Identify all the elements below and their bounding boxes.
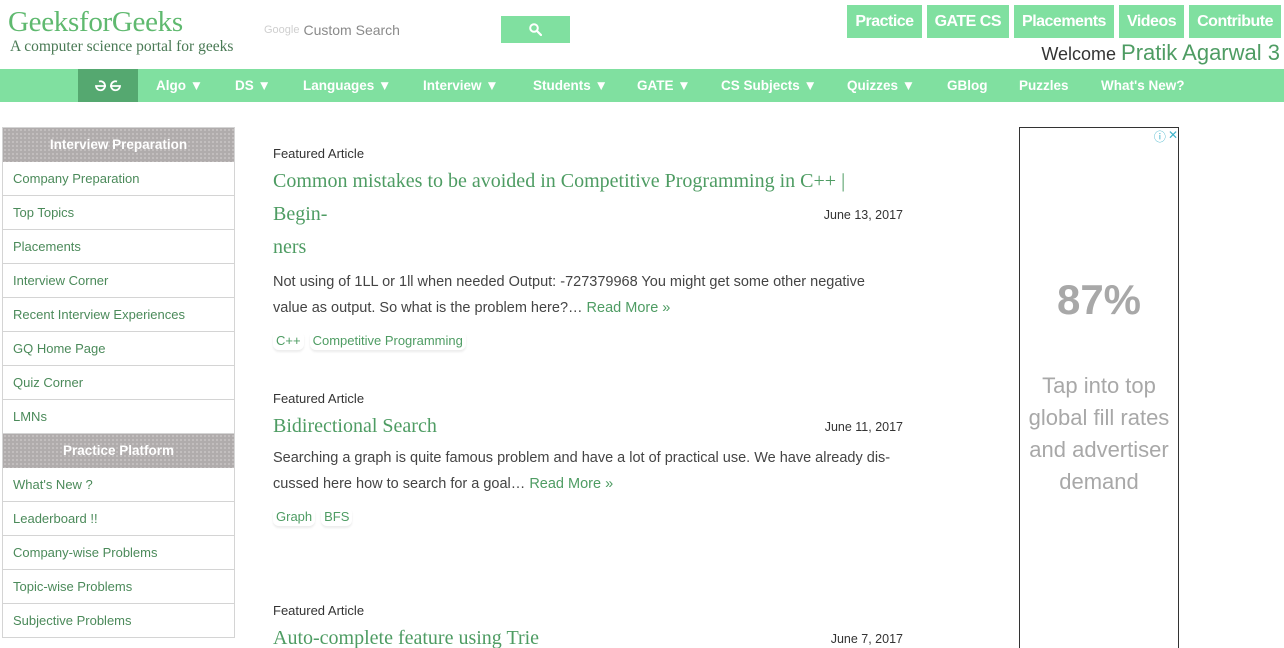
ad-info-icon[interactable]: ⓘ [1154,128,1166,145]
nav-gate[interactable]: GATE ▼ [637,69,691,102]
article-title-link[interactable]: Common mistakes to be avoided in Competi… [273,165,903,264]
sidebar-item-lmns[interactable]: LMNs [3,400,234,434]
sidebar-item-recent-interview-experiences[interactable]: Recent Interview Experiences [3,298,234,332]
article-excerpt: Not using of 1LL or 1ll when needed Outp… [273,269,903,321]
sidebar-item-company-wise-problems[interactable]: Company-wise Problems [3,536,234,570]
search-input[interactable] [303,22,484,38]
gate-cs-button[interactable]: GATE CS [926,5,1010,38]
contribute-button[interactable]: Contribute [1189,5,1281,38]
welcome-message: Welcome Pratik Agarwal 3 [1041,40,1280,66]
sidebar-item-topic-wise-problems[interactable]: Topic-wise Problems [3,570,234,604]
sidebar-item-leaderboard[interactable]: Leaderboard !! [3,502,234,536]
tag-link[interactable]: Competitive Programming [310,331,466,350]
nav-gblog[interactable]: GBlog [947,69,988,102]
sidebar-item-whats-new[interactable]: What's New ? [3,468,234,502]
article-date: June 13, 2017 [823,208,903,222]
ad-controls: ⓘ ✕ [1154,128,1178,145]
nav-ds[interactable]: DS ▼ [235,69,271,102]
practice-button[interactable]: Practice [847,5,922,38]
article-card: Featured Article Common mistakes to be a… [273,146,903,350]
tag-link[interactable]: C++ [273,331,304,350]
nav-cs-subjects[interactable]: CS Subjects ▼ [721,69,817,102]
sidebar-item-interview-corner[interactable]: Interview Corner [3,264,234,298]
article-card: Featured Article Auto-complete feature u… [273,603,903,648]
sidebar-item-company-preparation[interactable]: Company Preparation [3,162,234,196]
article-date: June 7, 2017 [830,632,903,646]
nav-languages[interactable]: Languages ▼ [303,69,391,102]
article-tags: C++ Competitive Programming [273,331,903,350]
advertisement[interactable]: ⓘ ✕ 87% Tap into top global fill rates a… [1019,127,1179,648]
ad-close-icon[interactable]: ✕ [1168,128,1178,145]
main-nav: Algo ▼ DS ▼ Languages ▼ Interview ▼ Stud… [0,69,1284,102]
sidebar: Interview Preparation Company Preparatio… [2,127,235,638]
logo-title[interactable]: GeeksforGeeks [8,4,233,40]
top-buttons: Practice GATE CS Placements Videos Contr… [847,5,1281,38]
sidebar-heading-interview-preparation: Interview Preparation [3,128,234,162]
article-card: Featured Article Bidirectional Search Ju… [273,391,903,526]
tag-link[interactable]: BFS [321,507,352,526]
sidebar-item-subjective-problems[interactable]: Subjective Problems [3,604,234,638]
sidebar-item-top-topics[interactable]: Top Topics [3,196,234,230]
featured-label: Featured Article [273,603,365,618]
article-title-link[interactable]: Auto-complete feature using Trie [273,622,903,648]
article-date: June 11, 2017 [824,420,903,434]
nav-puzzles[interactable]: Puzzles [1019,69,1069,102]
article-tags: Graph BFS [273,507,903,526]
article-excerpt-text: Not using of 1LL or 1ll when needed Outp… [273,274,865,316]
tag-link[interactable]: Graph [273,507,315,526]
sidebar-heading-practice-platform: Practice Platform [3,434,234,468]
read-more-link[interactable]: Read More » [529,476,613,492]
sidebar-item-gq-home-page[interactable]: GQ Home Page [3,332,234,366]
search-icon [529,23,542,36]
search-button[interactable] [501,16,570,43]
placements-button[interactable]: Placements [1014,5,1114,38]
sidebar-item-quiz-corner[interactable]: Quiz Corner [3,366,234,400]
nav-students[interactable]: Students ▼ [533,69,608,102]
videos-button[interactable]: Videos [1118,5,1185,38]
sidebar-item-placements[interactable]: Placements [3,230,234,264]
site-logo[interactable]: GeeksforGeeks A computer science portal … [8,4,233,54]
search-brand: Google [264,24,300,36]
nav-home-logo[interactable] [78,69,138,102]
article-title-line: ners [273,236,307,258]
ad-percent: 87% [1056,276,1142,323]
ad-text: Tap into top global fill rates and adver… [1028,373,1170,494]
gfg-logo-icon [95,79,121,91]
featured-label: Featured Article [273,146,365,161]
nav-quizzes[interactable]: Quizzes ▼ [847,69,915,102]
welcome-label: Welcome [1041,44,1117,64]
logo-subtitle: A computer science portal for geeks [10,38,234,55]
read-more-link[interactable]: Read More » [587,300,671,316]
article-excerpt: Searching a graph is quite famous proble… [273,445,903,497]
article-title-link[interactable]: Bidirectional Search [273,410,903,443]
username-link[interactable]: Pratik Agarwal 3 [1121,40,1280,65]
featured-label: Featured Article [273,391,365,406]
nav-algo[interactable]: Algo ▼ [156,69,203,102]
article-title-line: Common mistakes to be avoided in Competi… [273,170,846,225]
nav-interview[interactable]: Interview ▼ [423,69,499,102]
search-box[interactable]: Google [264,17,496,43]
nav-whats-new[interactable]: What's New? [1101,69,1184,102]
